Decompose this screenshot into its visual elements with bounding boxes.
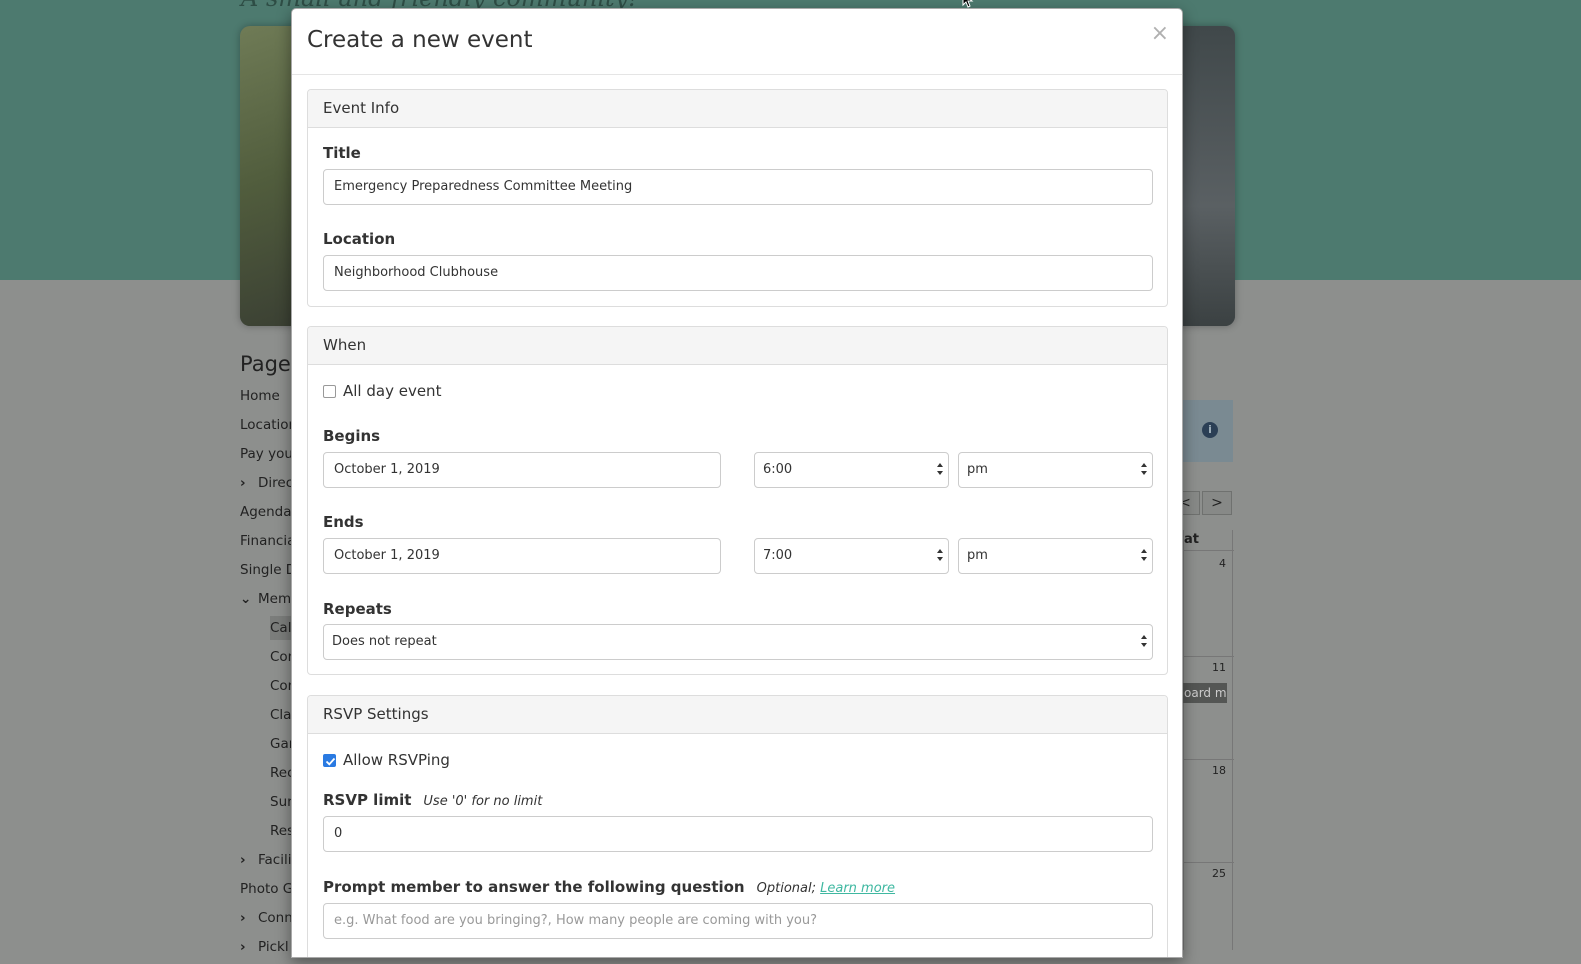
learn-more-link[interactable]: Learn more: [820, 881, 895, 896]
rsvp-heading: RSVP Settings: [308, 696, 1167, 734]
allow-rsvp-checkbox-box[interactable]: [323, 753, 336, 767]
chevron-down-icon[interactable]: ⌄: [240, 587, 258, 611]
close-icon[interactable]: ×: [1151, 21, 1169, 46]
allow-rsvp-checkbox[interactable]: Allow RSVPing: [323, 751, 450, 769]
all-day-checkbox-box[interactable]: [323, 384, 336, 398]
ends-ampm-value: pm: [967, 548, 988, 563]
calendar-day-number: 4: [1219, 557, 1226, 570]
ends-time-select[interactable]: 7:00: [754, 538, 949, 574]
begins-ampm-select[interactable]: pm: [958, 452, 1153, 488]
rsvp-limit-input[interactable]: 0: [323, 816, 1153, 852]
repeats-label: Repeats: [323, 600, 392, 618]
select-arrows-icon: [1140, 548, 1148, 562]
sidebar-nav-label: Agenda: [240, 504, 292, 520]
when-panel: When All day event Begins October 1, 201…: [307, 326, 1168, 675]
ends-label: Ends: [323, 513, 364, 531]
chevron-right-icon[interactable]: ›: [240, 935, 258, 959]
ends-date-input[interactable]: October 1, 2019: [323, 538, 721, 574]
location-label: Location: [323, 230, 396, 248]
event-info-panel: Event Info Title Emergency Preparedness …: [307, 89, 1168, 307]
begins-time-value: 6:00: [763, 462, 793, 477]
begins-ampm-value: pm: [967, 462, 988, 477]
chevron-right-icon[interactable]: ›: [240, 471, 258, 495]
rsvp-limit-label-text: RSVP limit: [323, 791, 412, 809]
sidebar-nav-label: Sur: [270, 794, 293, 810]
rsvp-question-input[interactable]: e.g. What food are you bringing?, How ma…: [323, 903, 1153, 939]
select-arrows-icon: [936, 462, 944, 476]
chevron-right-icon[interactable]: ›: [240, 848, 258, 872]
checkmark-icon: [325, 757, 336, 766]
select-arrows-icon: [1140, 634, 1148, 648]
sidebar-nav-label: Home: [240, 388, 280, 404]
calendar-day-number: 18: [1212, 764, 1226, 777]
rsvp-question-label-text: Prompt member to answer the following qu…: [323, 878, 745, 896]
sidebar-nav-label: Conn: [258, 910, 293, 926]
sidebar-nav-label: Single D: [240, 562, 297, 578]
rsvp-settings-panel: RSVP Settings Allow RSVPing RSVP limit Us…: [307, 695, 1168, 957]
info-icon: i: [1202, 422, 1218, 438]
sidebar-nav-label: Cla: [270, 707, 292, 723]
begins-date-input[interactable]: October 1, 2019: [323, 452, 721, 488]
create-event-modal: Create a new event × Event Info Title Em…: [291, 8, 1183, 958]
select-arrows-icon: [936, 548, 944, 562]
calendar-event-chip[interactable]: oard me: [1180, 683, 1227, 703]
rsvp-limit-hint: Use '0' for no limit: [423, 794, 543, 809]
select-arrows-icon: [1140, 462, 1148, 476]
rsvp-question-hint: Optional;: [756, 881, 816, 896]
begins-time-select[interactable]: 6:00: [754, 452, 949, 488]
banner-house: [1175, 26, 1235, 326]
modal-title: Create a new event: [307, 27, 533, 53]
sidebar-nav-label: Photo G: [240, 881, 294, 897]
calendar-day-number: 25: [1212, 867, 1226, 880]
sidebar-nav-label: Pay your: [240, 446, 299, 462]
all-day-checkbox[interactable]: All day event: [323, 382, 441, 400]
all-day-label: All day event: [343, 382, 442, 400]
title-label: Title: [323, 144, 361, 162]
location-input[interactable]: Neighborhood Clubhouse: [323, 255, 1153, 291]
calendar-next-button[interactable]: >: [1202, 491, 1232, 515]
chevron-right-icon[interactable]: ›: [240, 906, 258, 930]
when-heading: When: [308, 327, 1167, 365]
repeats-select[interactable]: Does not repeat: [323, 624, 1153, 660]
title-input[interactable]: Emergency Preparedness Committee Meeting: [323, 169, 1153, 205]
ends-time-value: 7:00: [763, 548, 793, 563]
ends-ampm-select[interactable]: pm: [958, 538, 1153, 574]
sidebar-nav-label: Pickl: [258, 939, 289, 955]
allow-rsvp-label: Allow RSVPing: [343, 751, 450, 769]
calendar-day-header: at: [1184, 532, 1199, 547]
begins-label: Begins: [323, 427, 381, 445]
repeats-value: Does not repeat: [332, 634, 437, 649]
mouse-cursor-icon: [962, 0, 974, 8]
calendar-grid: at 4 11 18 25: [1183, 530, 1234, 950]
calendar-day-number: 11: [1212, 661, 1226, 674]
modal-header: Create a new event ×: [292, 9, 1182, 75]
event-info-heading: Event Info: [308, 90, 1167, 128]
rsvp-limit-label: RSVP limit Use '0' for no limit: [323, 791, 542, 809]
rsvp-question-label: Prompt member to answer the following qu…: [323, 878, 895, 896]
